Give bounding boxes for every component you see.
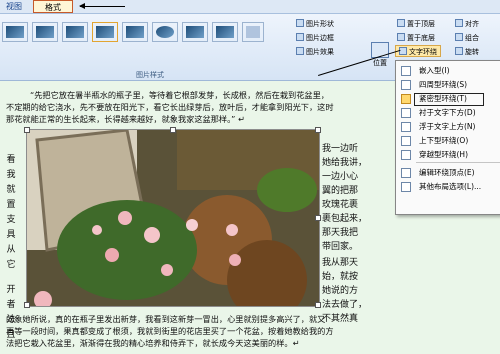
shape-icon bbox=[296, 19, 304, 27]
selection-highlight-box bbox=[414, 93, 484, 106]
rotate-icon bbox=[455, 47, 463, 55]
menu-separator bbox=[416, 162, 500, 163]
picture-style-more[interactable] bbox=[242, 22, 264, 42]
menu-item-in-front-of-text[interactable]: 浮于文字上方(N) bbox=[397, 120, 499, 134]
tight-wrap-icon bbox=[401, 94, 411, 104]
ribbon-group-label: 图片样式 bbox=[136, 71, 164, 79]
text-line: 法把它栽入花盆里，渐渐得在我的精心培养和侍弄下，就长成今天这美丽的样。↵ bbox=[6, 338, 300, 348]
picture-style-2[interactable] bbox=[32, 22, 58, 42]
menu-item-edit-wrap-points[interactable]: 编辑环绕顶点(E) bbox=[397, 166, 499, 180]
effect-icon bbox=[296, 47, 304, 55]
text-line: 的象她所说，真的在瓶子里发出新芽，我看到这新芽一冒出，心里就别提多高兴了，就又 bbox=[6, 314, 326, 324]
picture-style-5[interactable] bbox=[122, 22, 148, 42]
align-button[interactable]: 对齐 bbox=[455, 18, 479, 30]
rotate-button[interactable]: 旋转 bbox=[455, 46, 479, 58]
text-wrap-icon bbox=[399, 47, 407, 55]
align-icon bbox=[455, 19, 463, 27]
text-wrap-button[interactable]: 文字环绕 bbox=[395, 45, 441, 57]
send-to-back-button[interactable]: 置于底层 bbox=[397, 32, 435, 44]
text-line: 那花就能正常的生长起来，长得越来越好，就象我家这盆那样。” ↵ bbox=[6, 114, 245, 124]
menu-item-square[interactable]: 四周型环绕(S) bbox=[397, 78, 499, 92]
bring-to-front-button[interactable]: 置于顶层 bbox=[397, 18, 435, 30]
menu-item-more-layout[interactable]: 其他布局选项(L)... bbox=[397, 180, 499, 194]
picture-border-button[interactable]: 图片边框 bbox=[296, 32, 334, 44]
picture-style-7[interactable] bbox=[182, 22, 208, 42]
annotation-arrow bbox=[79, 3, 125, 9]
tab-view[interactable]: 视图 bbox=[6, 0, 22, 13]
edit-points-icon bbox=[401, 168, 411, 178]
square-wrap-icon bbox=[401, 80, 411, 90]
menu-item-inline[interactable]: 嵌入型(I) bbox=[397, 64, 499, 78]
text-line: 不定期的给它浇水，先不要放在阳光下，看它长出绿芽后，放叶后，才能拿到阳光下，这时 bbox=[6, 102, 334, 112]
top-bottom-wrap-icon bbox=[401, 136, 411, 146]
resize-handle[interactable] bbox=[315, 302, 321, 308]
send-back-icon bbox=[397, 33, 405, 41]
resize-handle[interactable] bbox=[24, 302, 30, 308]
inserted-picture[interactable] bbox=[26, 129, 320, 307]
border-icon bbox=[296, 33, 304, 41]
picture-style-1[interactable] bbox=[2, 22, 28, 42]
picture-style-3[interactable] bbox=[62, 22, 88, 42]
menu-item-through[interactable]: 穿越型环绕(H) bbox=[397, 148, 499, 162]
resize-handle[interactable] bbox=[170, 127, 176, 133]
group-button[interactable]: 组合 bbox=[455, 32, 479, 44]
menu-item-top-bottom[interactable]: 上下型环绕(O) bbox=[397, 134, 499, 148]
text-wrap-dropdown: 嵌入型(I) 四周型环绕(S) 紧密型环绕(T) 衬于文字下方(D) 浮于文字上… bbox=[395, 60, 500, 215]
resize-handle[interactable] bbox=[315, 215, 321, 221]
menu-item-behind-text[interactable]: 衬于文字下方(D) bbox=[397, 106, 499, 120]
inline-icon bbox=[401, 66, 411, 76]
group-icon bbox=[455, 33, 463, 41]
behind-text-icon bbox=[401, 108, 411, 118]
tab-format[interactable]: 格式 bbox=[33, 0, 73, 13]
resize-handle[interactable] bbox=[315, 127, 321, 133]
picture-style-4[interactable] bbox=[92, 22, 118, 42]
right-text-column: 我一边听 她给我讲， 一边小心 翼的把那 玫瑰花裹 裹包起来， 那天我把 带回家。 我从… bbox=[322, 144, 368, 324]
bring-front-icon bbox=[397, 19, 405, 27]
picture-style-6[interactable] bbox=[152, 22, 178, 42]
picture-style-8[interactable] bbox=[212, 22, 238, 42]
resize-handle[interactable] bbox=[24, 127, 30, 133]
picture-shape-button[interactable]: 图片形状 bbox=[296, 18, 334, 30]
text-line: 再等一段时间，果真都变成了根须，我就到街里的花店里买了一个花盆，按着她教给我的方 bbox=[6, 326, 334, 336]
text-line: “先把它放在暑半瓶水的瓶子里，等待着它根部发芽，长成根，然后在栽到花盆里， bbox=[30, 90, 329, 100]
ribbon-tab-bar: 视图 格式 bbox=[0, 0, 500, 14]
picture-effect-button[interactable]: 图片效果 bbox=[296, 46, 334, 58]
layout-options-icon bbox=[401, 182, 411, 192]
through-wrap-icon bbox=[401, 150, 411, 160]
front-text-icon bbox=[401, 122, 411, 132]
